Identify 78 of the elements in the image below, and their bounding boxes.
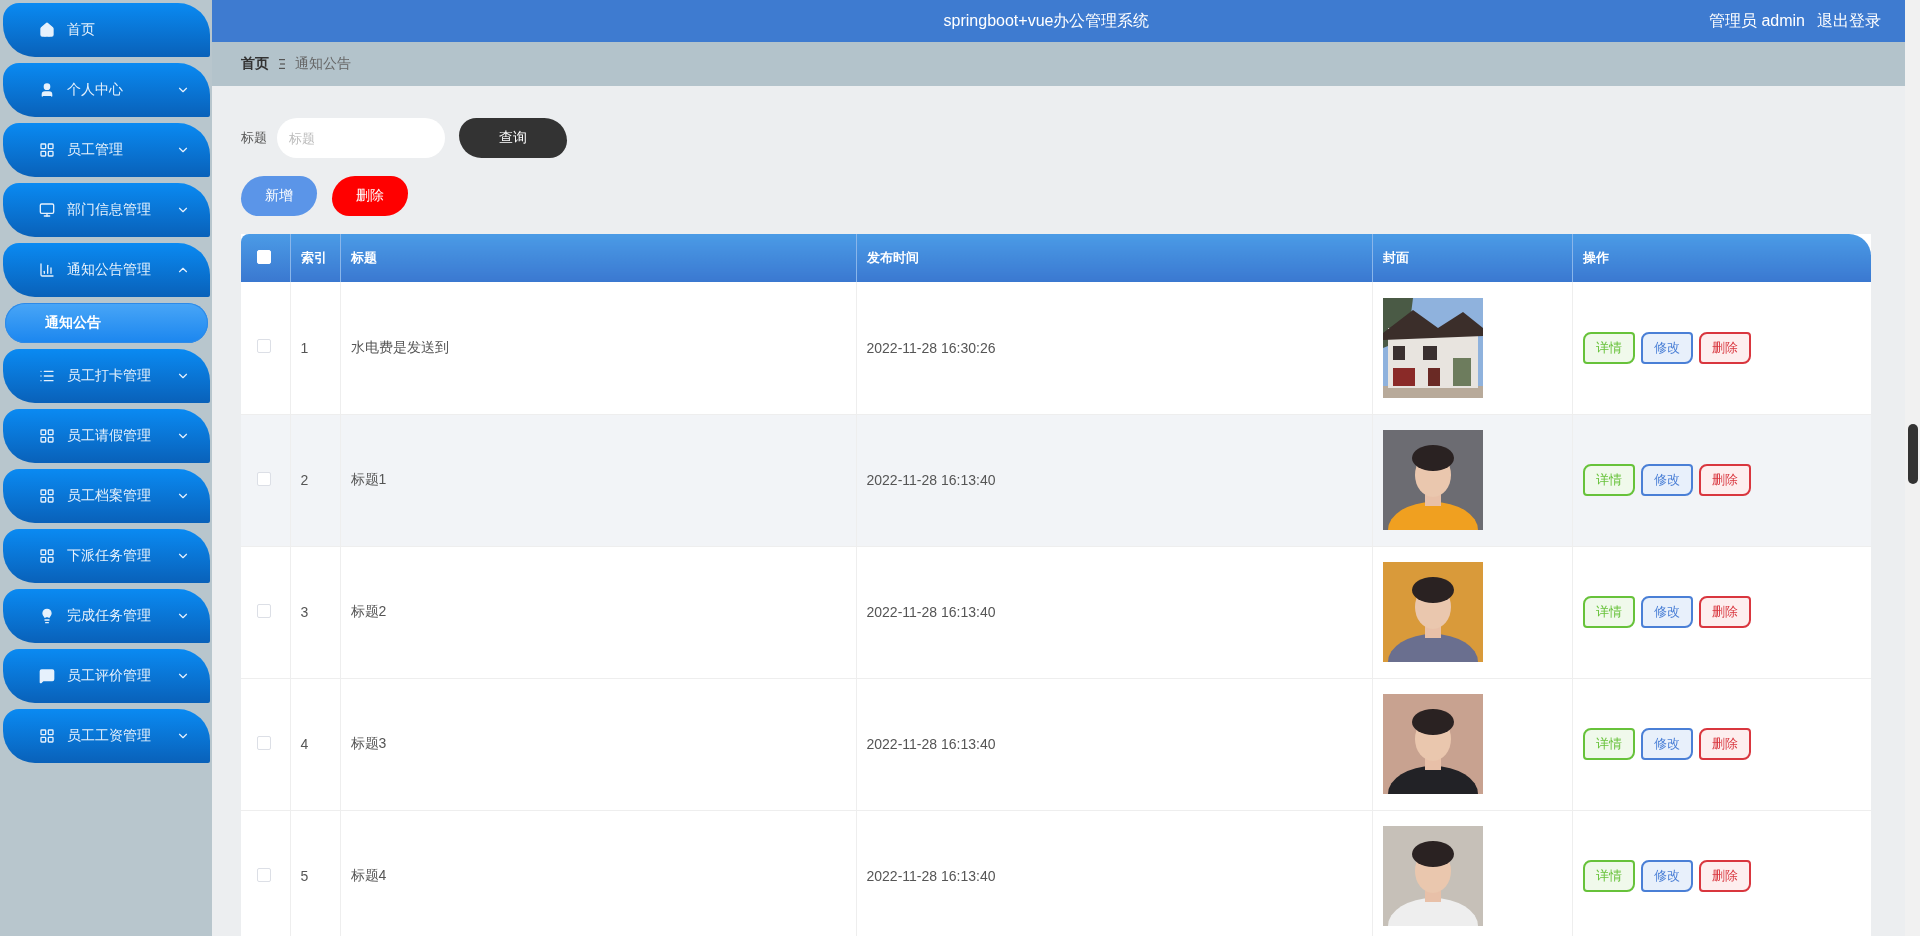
column-header: 操作 [1572,234,1871,282]
edit-button[interactable]: 修改 [1640,331,1693,364]
grid-icon [39,728,55,744]
breadcrumb-current: 通知公告 [295,55,351,73]
breadcrumb-link[interactable]: 首页 [241,55,269,73]
table-cell: 5 [300,868,309,884]
user-label: 管理员 admin [1709,10,1805,31]
delete-button[interactable]: 删除 [1698,860,1751,892]
grid-icon [39,142,55,158]
table-cell: 1 [300,339,309,356]
sidebar-item[interactable]: 首页 [3,3,210,57]
separator-icon [279,59,285,69]
details-button[interactable]: 详情 [1582,331,1635,364]
sidebar-item[interactable]: 员工档案管理 [3,469,210,523]
table-cell: 4 [300,736,309,752]
sidebar-item[interactable]: 下派任务管理 [3,529,210,583]
sidebar-subitem[interactable]: 通知公告 [5,303,208,343]
app-title: springboot+vue办公管理系统 [943,10,1150,31]
delete-button[interactable]: 删除 [332,176,408,216]
table-cell: 2022-11-28 16:13:40 [866,604,996,620]
grid-icon [39,488,55,504]
row-checkbox[interactable] [257,867,271,882]
row-checkbox[interactable] [257,735,271,750]
bar-chart-icon [39,262,55,278]
table-cell: 标题3 [350,735,387,751]
sidebar-item[interactable]: 通知公告管理 [3,243,210,297]
list-icon [39,368,55,384]
edit-button[interactable]: 修改 [1640,728,1693,760]
table-cell: 2 [300,472,309,488]
grid-icon [39,428,55,444]
details-button[interactable]: 详情 [1582,464,1635,496]
logout-link[interactable]: 退出登录 [1817,10,1881,32]
home-icon [39,22,55,38]
chat-icon [39,668,55,684]
edit-button[interactable]: 修改 [1640,596,1693,628]
search-label: 标题 [241,129,267,147]
table-cell: 标题4 [350,867,387,883]
table-cell: 2022-11-28 16:30:26 [866,339,996,356]
details-button[interactable]: 详情 [1582,728,1635,760]
add-button[interactable]: 新增 [241,176,317,216]
lightbulb-icon [39,608,55,624]
sidebar-item[interactable]: 个人中心 [3,63,210,117]
grid-icon [39,548,55,564]
table-cell: 3 [300,604,309,620]
sidebar-item[interactable]: 员工打卡管理 [3,349,210,403]
sidebar-item[interactable]: 完成任务管理 [3,589,210,643]
search-field[interactable]: 标题 [277,118,445,158]
column-header: 封面 [1372,234,1572,282]
sidebar-item[interactable]: 员工管理 [3,123,210,177]
delete-button[interactable]: 删除 [1698,596,1751,628]
table-cell: 2022-11-28 16:13:40 [866,736,996,752]
query-button[interactable]: 查询 [459,118,567,158]
delete-button[interactable]: 删除 [1698,331,1751,364]
details-button[interactable]: 详情 [1582,860,1635,892]
sidebar-item[interactable]: 部门信息管理 [3,183,210,237]
column-header: 发布时间 [856,234,1372,282]
scrollbar[interactable] [1905,0,1920,936]
table-cell: 水电费是发送到 [350,338,449,355]
details-button[interactable]: 详情 [1582,596,1635,628]
delete-button[interactable]: 删除 [1698,728,1751,760]
user-icon [39,82,55,98]
table-cell: 标题1 [350,471,387,487]
row-checkbox[interactable] [257,339,271,354]
edit-button[interactable]: 修改 [1640,464,1693,496]
column-header: 索引 [290,234,340,282]
sidebar-item[interactable]: 员工评价管理 [3,649,210,703]
row-checkbox[interactable] [257,603,271,618]
edit-button[interactable]: 修改 [1640,860,1693,892]
table-cell: 2022-11-28 16:13:40 [866,472,996,488]
table-cell: 2022-11-28 16:13:40 [866,868,996,884]
sidebar-item[interactable]: 员工工资管理 [3,709,210,763]
select-all-checkbox[interactable] [257,249,271,264]
monitor-icon [39,202,55,218]
table-cell: 标题2 [350,603,387,619]
row-checkbox[interactable] [257,471,271,486]
column-header: 标题 [340,234,856,282]
delete-button[interactable]: 删除 [1698,464,1751,496]
sidebar-item[interactable]: 员工请假管理 [3,409,210,463]
